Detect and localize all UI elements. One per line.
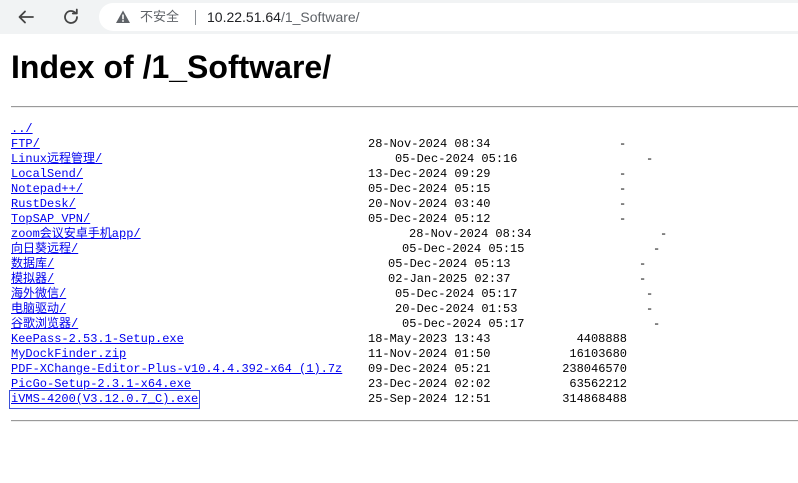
back-button[interactable] xyxy=(13,4,39,30)
list-item: 数据库/05-Dec-2024 05:13 - xyxy=(11,257,798,272)
list-item: FTP/28-Nov-2024 08:34 - xyxy=(11,137,798,152)
list-item: zoom会议安卓手机app/28-Nov-2024 08:34 - xyxy=(11,227,798,242)
list-item: 电脑驱动/20-Dec-2024 01:53 - xyxy=(11,302,798,317)
reload-icon xyxy=(64,8,78,24)
file-link[interactable]: MyDockFinder.zip xyxy=(11,347,126,362)
warning-icon xyxy=(116,10,130,23)
address-divider xyxy=(195,10,196,25)
file-link[interactable]: 电脑驱动/ xyxy=(11,302,66,317)
modified-date: 05-Dec-2024 05:15 xyxy=(402,242,525,256)
list-item: 谷歌浏览器/05-Dec-2024 05:17 - xyxy=(11,317,798,332)
list-item: 模拟器/02-Jan-2025 02:37 - xyxy=(11,272,798,287)
modified-date: 28-Nov-2024 08:34 xyxy=(409,227,532,241)
modified-date: 05-Dec-2024 05:17 xyxy=(395,287,518,301)
file-size: - xyxy=(619,197,627,211)
file-size: - xyxy=(646,152,654,166)
list-item: PicGo-Setup-2.3.1-x64.exe 23-Dec-2024 02:… xyxy=(11,377,798,392)
file-size: 314868488 xyxy=(562,392,627,406)
file-size: - xyxy=(639,257,647,271)
file-link[interactable]: 模拟器/ xyxy=(11,272,54,287)
reload-button[interactable] xyxy=(58,4,84,30)
modified-date: 23-Dec-2024 02:02 xyxy=(368,377,491,391)
page-title: Index of /1_Software/ xyxy=(11,49,332,85)
file-link[interactable]: Notepad++/ xyxy=(11,182,83,197)
file-link[interactable]: LocalSend/ xyxy=(11,167,83,182)
address-bar[interactable]: 不安全 10.22.51.64/1_Software/ xyxy=(99,3,798,31)
modified-date: 28-Nov-2024 08:34 xyxy=(368,137,491,151)
file-link[interactable]: Linux远程管理/ xyxy=(11,152,102,167)
bottom-divider xyxy=(11,420,798,422)
list-item: Linux远程管理/05-Dec-2024 05:16 - xyxy=(11,152,798,167)
file-link[interactable]: zoom会议安卓手机app/ xyxy=(11,227,141,242)
browser-toolbar: 不安全 10.22.51.64/1_Software/ xyxy=(0,0,798,34)
modified-date: 20-Nov-2024 03:40 xyxy=(368,197,491,211)
list-item: MyDockFinder.zip 11-Nov-2024 01:50 1610368… xyxy=(11,347,798,362)
modified-date: 13-Dec-2024 09:29 xyxy=(368,167,491,181)
modified-date: 05-Dec-2024 05:16 xyxy=(395,152,518,166)
file-link[interactable]: KeePass-2.53.1-Setup.exe xyxy=(11,332,184,347)
list-item: 向日葵远程/05-Dec-2024 05:15 - xyxy=(11,242,798,257)
file-size: - xyxy=(653,317,661,331)
file-link[interactable]: iVMS-4200(V3.12.0.7_C).exe xyxy=(8,390,201,409)
file-link[interactable]: 海外微信/ xyxy=(11,287,66,302)
file-link[interactable]: 谷歌浏览器/ xyxy=(11,317,78,332)
modified-date: 20-Dec-2024 01:53 xyxy=(395,302,518,316)
file-link[interactable]: 数据库/ xyxy=(11,257,54,272)
modified-date: 18-May-2023 13:43 xyxy=(368,332,491,346)
file-listing: ../FTP/28-Nov-2024 08:34- Linux远程管理/05-De… xyxy=(8,122,798,409)
file-size: - xyxy=(660,227,668,241)
list-item: PDF-XChange-Editor-Plus-v10.4.4.392-x64 … xyxy=(11,362,798,377)
file-size: - xyxy=(646,287,654,301)
url-host: 10.22.51.64 xyxy=(207,9,281,25)
modified-date: 25-Sep-2024 12:51 xyxy=(368,392,491,406)
file-size: - xyxy=(653,242,661,256)
file-size: - xyxy=(619,212,627,226)
modified-date: 02-Jan-2025 02:37 xyxy=(388,272,511,286)
file-size: - xyxy=(619,137,627,151)
file-size: - xyxy=(619,182,627,196)
file-link[interactable]: ../ xyxy=(11,122,33,137)
file-size: 16103680 xyxy=(569,347,627,361)
file-link[interactable]: FTP/ xyxy=(11,137,40,152)
url-text[interactable]: 10.22.51.64/1_Software/ xyxy=(207,8,360,26)
file-size: - xyxy=(619,167,627,181)
file-size: 4408888 xyxy=(576,332,627,346)
modified-date: 11-Nov-2024 01:50 xyxy=(368,347,491,361)
file-link[interactable]: RustDesk/ xyxy=(11,197,76,212)
file-size: - xyxy=(639,272,647,286)
top-divider xyxy=(11,106,798,108)
modified-date: 09-Dec-2024 05:21 xyxy=(368,362,491,376)
file-size: - xyxy=(646,302,654,316)
modified-date: 05-Dec-2024 05:12 xyxy=(368,212,491,226)
list-item: iVMS-4200(V3.12.0.7_C).exe 25-Sep-2024 12… xyxy=(8,390,798,409)
file-link[interactable]: 向日葵远程/ xyxy=(11,242,78,257)
modified-date: 05-Dec-2024 05:17 xyxy=(402,317,525,331)
url-path: /1_Software/ xyxy=(280,9,360,25)
modified-date: 05-Dec-2024 05:15 xyxy=(368,182,491,196)
file-link[interactable]: PDF-XChange-Editor-Plus-v10.4.4.392-x64 … xyxy=(11,362,342,377)
list-item: TopSAP VPN/05-Dec-2024 05:12 - xyxy=(11,212,798,227)
list-item: LocalSend/13-Dec-2024 09:29 - xyxy=(11,167,798,182)
modified-date: 05-Dec-2024 05:13 xyxy=(388,257,511,271)
file-size: 238046570 xyxy=(562,362,627,376)
list-item: Notepad++/ 05-Dec-2024 05:15 - xyxy=(11,182,798,197)
list-item: KeePass-2.53.1-Setup.exe 18-May-2023 13:4… xyxy=(11,332,798,347)
file-link[interactable]: TopSAP VPN/ xyxy=(11,212,90,227)
file-size: 63562212 xyxy=(569,377,627,391)
list-item: ../ xyxy=(11,122,798,137)
security-status-label[interactable]: 不安全 xyxy=(140,9,179,25)
file-link[interactable]: PicGo-Setup-2.3.1-x64.exe xyxy=(11,377,191,392)
back-arrow-icon xyxy=(18,10,34,24)
list-item: 海外微信/05-Dec-2024 05:17 - xyxy=(11,287,798,302)
list-item: RustDesk/20-Nov-2024 03:40 - xyxy=(11,197,798,212)
